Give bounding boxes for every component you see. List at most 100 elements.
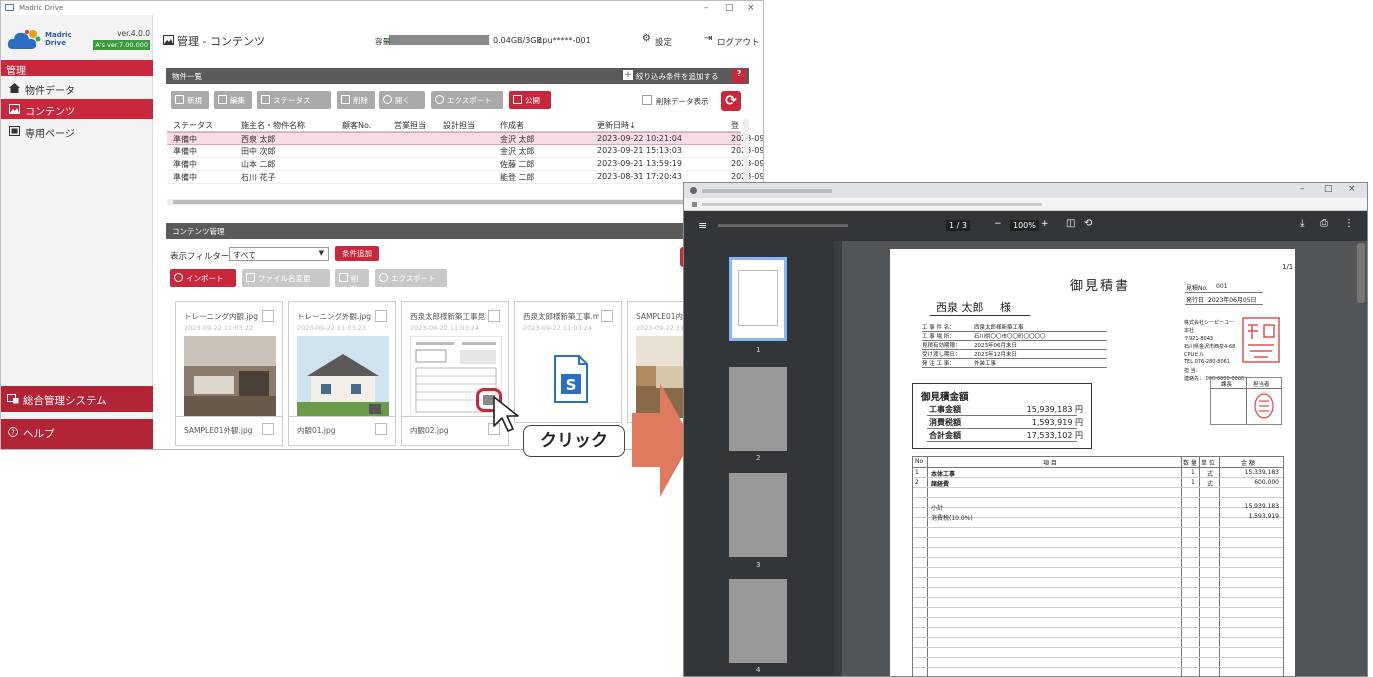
content-card[interactable]: トレーニング内観.jpg 2023-09-22 11:03:22	[175, 301, 283, 423]
table-cell: 石川 花子	[241, 173, 276, 182]
page-scrollbar[interactable]	[1357, 243, 1365, 303]
address-bar[interactable]	[684, 198, 1367, 211]
column-header[interactable]: 登	[731, 120, 739, 131]
zoom-in-button[interactable]: +	[1041, 219, 1049, 229]
content-card[interactable]: 西泉太郎様新築工事.mi 2023-09-22 11:03:24 S	[514, 301, 622, 423]
rename-button[interactable]: ファイル名変更	[242, 269, 330, 287]
column-header[interactable]: ステータス	[173, 120, 213, 131]
content-delete-button[interactable]: 削除	[335, 269, 369, 294]
refresh-button[interactable]: ⟳	[721, 91, 741, 111]
fit-page-icon[interactable]: ◫	[1066, 218, 1075, 229]
publish-button[interactable]: 公開	[509, 91, 551, 109]
table-row[interactable]: 準備中石川 花子能登 二郎2023-08-31 17:20:432023-09	[167, 171, 763, 184]
logo: Madric Drive ver.4.0.0 A's ver.7.00.000	[7, 27, 152, 61]
export-button[interactable]: エクスポート	[431, 91, 503, 109]
field-label: 工 事 件 名：	[922, 325, 955, 331]
page-thumbnail[interactable]	[729, 257, 787, 341]
import-button[interactable]: インポート	[170, 269, 236, 287]
new-button[interactable]: 新規	[171, 91, 209, 109]
logout-link[interactable]: ログアウト	[717, 36, 760, 48]
maximize-button[interactable]: □	[725, 3, 734, 13]
gear-icon[interactable]: ⚙	[642, 33, 651, 44]
table-cell: 2023-09-21 13:59:19	[597, 159, 682, 168]
logo-text-1: Madric	[45, 31, 72, 39]
content-card[interactable]: トレーニング外観.jpg 2023-09-22 11:03:23	[288, 301, 396, 423]
card-checkbox[interactable]	[488, 310, 500, 322]
close-button[interactable]: ×	[747, 3, 755, 13]
content-export-button[interactable]: エクスポート	[375, 269, 447, 287]
print-icon[interactable]: ⎙	[1320, 218, 1328, 229]
sidebar-item-contents[interactable]: コンテンツ	[1, 99, 153, 119]
field-label: 見積有効期限：	[922, 343, 961, 349]
card-name: トレーニング内観.jpg	[184, 312, 258, 321]
status-button[interactable]: ステータス	[257, 91, 331, 109]
card-checkbox[interactable]	[601, 310, 613, 322]
doc-no-label: 見積No.	[1186, 285, 1208, 292]
field-label: 工 事 場 所：	[922, 334, 955, 340]
page-indicator[interactable]: 1 / 3	[946, 220, 970, 231]
thumbnail-number: 2	[756, 454, 761, 462]
page-thumbnail[interactable]	[729, 367, 787, 451]
column-header[interactable]: 設計担当	[443, 120, 475, 131]
column-header[interactable]: 更新日時↓	[597, 120, 636, 131]
company-line: TEL.076-280-8061	[1184, 359, 1231, 365]
filter-add-link[interactable]: 絞り込み条件を追加する	[636, 71, 719, 82]
rotate-icon[interactable]: ⟲	[1084, 218, 1092, 229]
content-card[interactable]: 内観01.jpg	[288, 416, 396, 446]
column-header[interactable]: 作成者	[500, 120, 524, 131]
close-button[interactable]: ×	[1348, 184, 1356, 194]
plus-icon[interactable]: +	[623, 70, 633, 80]
page-thumbnail[interactable]	[729, 579, 787, 663]
settings-link[interactable]: 設定	[655, 36, 672, 48]
column-header[interactable]: 営業担当	[394, 120, 426, 131]
card-checkbox[interactable]	[262, 310, 274, 322]
sidebar-item-label: コンテンツ	[25, 107, 75, 118]
total-value: 15,939,183 円	[1026, 405, 1083, 414]
thumbnail-panel: 1 2 3 4	[684, 241, 842, 676]
table-cell: 準備中	[173, 147, 197, 156]
sidebar-item-help[interactable]: ? ヘルプ	[1, 419, 153, 449]
zoom-level[interactable]: 100%	[1010, 220, 1039, 231]
card-checkbox[interactable]	[375, 310, 387, 322]
delete-button[interactable]: 削除	[337, 91, 375, 109]
table-row[interactable]: 準備中山本 二郎佐藤 二郎2023-09-21 13:59:192023-09	[167, 158, 763, 171]
edit-button[interactable]: 編集	[214, 91, 252, 109]
minimize-button[interactable]: –	[1300, 184, 1305, 194]
honorific: 様	[1000, 301, 1011, 314]
sidebar-item-dedicated-page[interactable]: 専用ページ	[1, 121, 153, 141]
table-row[interactable]: 準備中西泉 太郎金沢 太郎2023-09-22 10:21:042023-09	[167, 132, 763, 145]
maximize-button[interactable]: □	[1324, 184, 1333, 194]
open-button[interactable]: 開く	[379, 91, 425, 109]
tag-icon	[261, 95, 270, 104]
logo-text-2: Drive	[45, 39, 66, 47]
sidebar-item-property[interactable]: 物件データ	[1, 78, 153, 98]
personal-seal-stamp	[1254, 393, 1274, 419]
card-checkbox[interactable]	[375, 423, 387, 435]
estimate-cell: 本体工事	[931, 471, 956, 478]
more-icon[interactable]: ⋮	[1344, 218, 1354, 229]
table-row[interactable]: 準備中田中 次郎金沢 太郎2023-09-21 15:13:032023-09	[167, 145, 763, 158]
download-icon[interactable]: ⤓	[1300, 218, 1304, 229]
filter-select[interactable]: すべて ▼	[229, 247, 329, 261]
show-deleted-checkbox[interactable]	[642, 95, 652, 105]
chevron-down-icon: ▼	[318, 249, 324, 257]
zoom-out-button[interactable]: −	[994, 219, 1002, 229]
approval-box: 課長 担当者	[1210, 377, 1282, 425]
content-card[interactable]: SAMPLE01外観.jpg	[175, 416, 283, 446]
menu-icon[interactable]: ≡	[698, 219, 707, 232]
minimize-button[interactable]: –	[704, 3, 709, 13]
column-header[interactable]: 顧客No.	[342, 120, 371, 131]
thumbnail-number: 3	[756, 561, 761, 569]
column-header[interactable]: 施主名・物件名称	[241, 120, 305, 131]
add-condition-button[interactable]: 条件追加	[335, 246, 379, 261]
thumbnail-scrollbar[interactable]	[834, 241, 842, 676]
scrollbar-thumb[interactable]	[173, 200, 733, 204]
sidebar-item-system[interactable]: 総合管理システム	[1, 386, 153, 412]
logout-icon[interactable]: ⇥	[704, 33, 712, 44]
horizontal-scrollbar[interactable]	[167, 199, 743, 205]
field-value: 外装工事	[974, 361, 997, 367]
help-button[interactable]: ?	[732, 69, 746, 83]
page-thumbnail[interactable]	[729, 473, 787, 557]
property-table: ステータス 施主名・物件名称 顧客No. 営業担当 設計担当 作成者 更新日時↓…	[167, 119, 763, 184]
card-checkbox[interactable]	[262, 423, 274, 435]
